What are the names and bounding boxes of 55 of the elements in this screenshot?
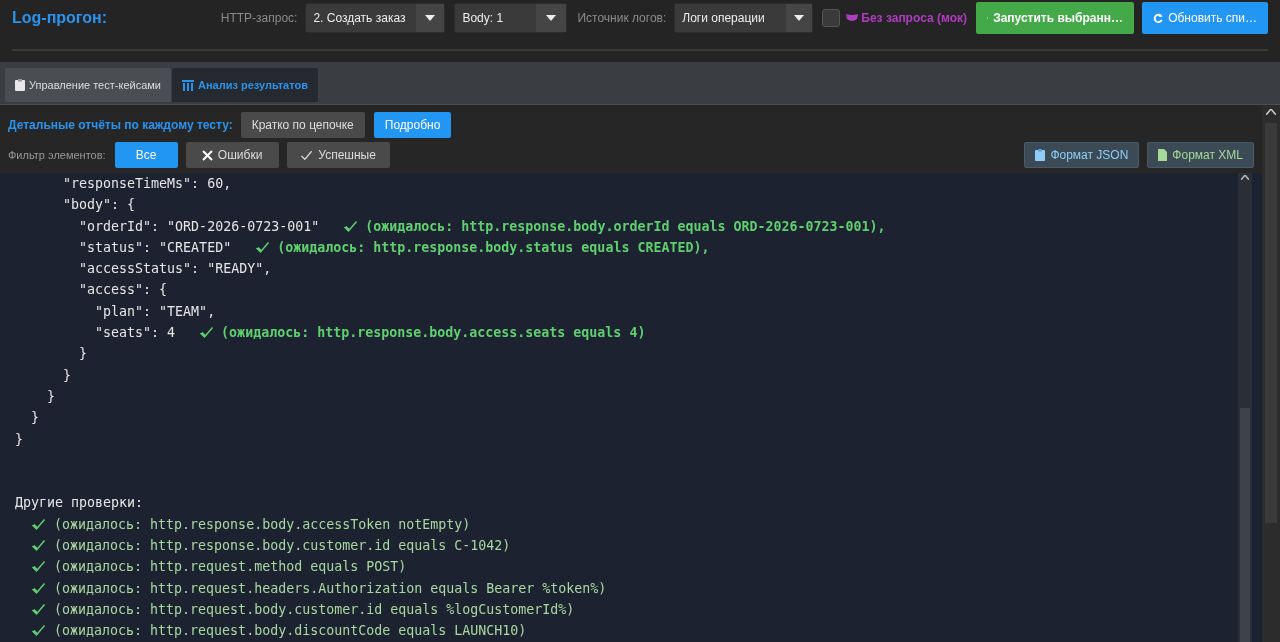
http-request-select[interactable]: 2. Создать заказ — [305, 3, 446, 33]
check-result: (ожидалось: http.response.body.orderId equals ORD-2026-0723-001), — [365, 217, 886, 236]
check-result: (ожидалось: http.response.body.accessToken notEmpty) — [54, 515, 471, 534]
filter-label: Фильтр элементов: — [8, 149, 106, 161]
refresh-icon — [1153, 12, 1164, 24]
clipboard-icon — [1035, 149, 1046, 161]
tab[interactable]: Анализ результатов — [171, 68, 318, 102]
code-line: "responseTimeMs": 60, — [62, 175, 232, 193]
tab[interactable]: Управление тест-кейсами — [5, 68, 171, 102]
check-result: (ожидалось: http.response.body.customer.id equals C-1042) — [54, 537, 511, 556]
http-request-label: HTTP-запрос: — [220, 11, 298, 25]
mock-label: Без запроса (мок) — [846, 11, 967, 25]
scroll-up-icon — [1241, 175, 1249, 180]
filter-button[interactable]: Ошибки — [185, 142, 279, 168]
check-result: (ожидалось: http.request.method equals POST) — [54, 558, 407, 577]
code-line: "access": { — [78, 281, 168, 300]
check-result: (ожидалось: http.request.body.discountCode equals LAUNCH10) — [54, 622, 527, 641]
code-line: } — [46, 387, 56, 406]
code-line: } — [78, 345, 88, 364]
check-icon — [300, 149, 314, 161]
body-select[interactable]: Body: 1 — [454, 3, 568, 33]
mock-checkbox[interactable] — [822, 9, 841, 27]
check-result: (ожидалось: http.response.body.access.seats equals 4) — [221, 324, 646, 343]
log-source-label: Источник логов: — [577, 11, 667, 25]
log-source-select[interactable]: Логи операции — [674, 3, 814, 33]
export-button[interactable]: Формат XML — [1147, 142, 1254, 168]
code-line: } — [15, 430, 23, 449]
code-line: "accessStatus": "READY", — [78, 260, 272, 279]
code-line: } — [62, 366, 72, 385]
filter-button[interactable]: Успешные — [286, 142, 390, 168]
code-line: "body": { — [62, 196, 136, 215]
check-result: (ожидалось: http.request.headers.Authorization equals Bearer %token%) — [54, 579, 607, 598]
close-icon — [201, 149, 213, 161]
report-mode-label: Детальные отчёты по каждому тесту: — [8, 118, 233, 132]
export-button[interactable]: Формат JSON — [1024, 142, 1140, 168]
scrollbar[interactable] — [1238, 173, 1252, 642]
dropdown-arrow-icon — [425, 15, 436, 21]
document-icon — [1158, 149, 1168, 161]
bar-chart-icon — [181, 79, 194, 91]
app-title: Log-прогон: — [12, 9, 108, 27]
scroll-up-icon — [1266, 109, 1276, 115]
scrollbar[interactable] — [1262, 105, 1280, 642]
code-line: } — [30, 409, 40, 428]
section-heading: Другие проверки: — [15, 494, 144, 513]
check-result: (ожидалось: http.response.body.status equals CREATED), — [277, 238, 710, 257]
code-line: "seats": 4 — [94, 324, 176, 343]
check-result: (ожидалось: http.request.body.customer.id equals %logCustomerId%) — [54, 600, 575, 619]
code-line: "status": "CREATED" — [78, 238, 232, 257]
dropdown-arrow-icon — [794, 15, 805, 21]
dropdown-arrow-icon — [546, 15, 557, 21]
mask-icon — [846, 13, 859, 23]
clipboard-icon — [15, 79, 25, 91]
code-line: "plan": "TEAM", — [94, 302, 216, 321]
report-mode-button[interactable]: Кратко по цепочке — [240, 112, 365, 138]
code-line: "orderId": "ORD-2026-0723-001" — [78, 217, 320, 236]
